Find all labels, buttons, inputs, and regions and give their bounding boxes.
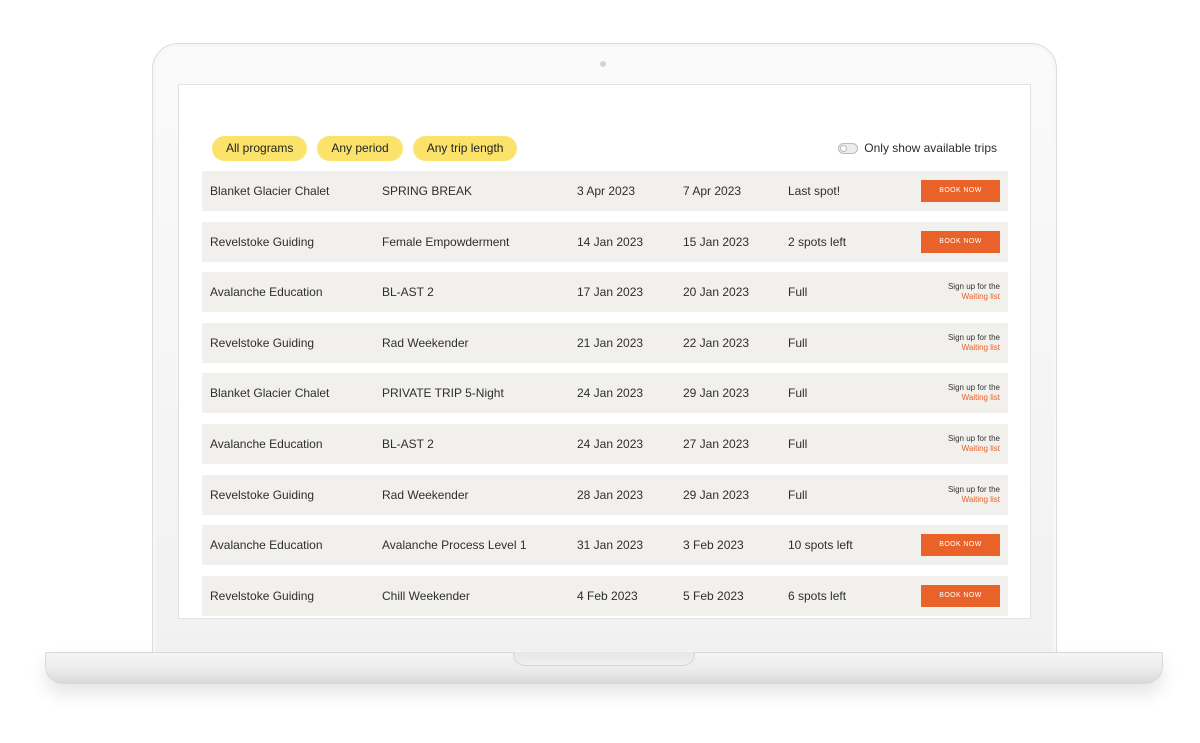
start-date: 24 Jan 2023 (577, 436, 644, 451)
toggle-knob (840, 144, 848, 152)
trip-row: Avalanche Education BL-AST 2 17 Jan 2023 20… (202, 272, 1008, 313)
start-date: 14 Jan 2023 (577, 234, 644, 249)
availability-status: 10 spots left (788, 538, 853, 553)
program-name: Blanket Glacier Chalet (210, 386, 330, 401)
filter-period-button[interactable]: Any period (317, 136, 403, 161)
availability-status: 6 spots left (788, 588, 847, 603)
waitlist-text: Sign up for the (947, 484, 1000, 494)
end-date: 7 Apr 2023 (683, 184, 742, 198)
trip-row: Blanket Glacier Chalet PRIVATE TRIP 5-Nig… (202, 373, 1008, 414)
waitlist-text: Sign up for the (947, 332, 1000, 342)
trip-name: Female Empowderment (382, 234, 510, 249)
trip-row: Revelstoke Guiding Rad Weekender 28 Jan 20… (202, 474, 1008, 515)
waitlist-text: Sign up for the (947, 282, 1000, 292)
availability-status: 2 spots left (788, 234, 847, 249)
end-date: 29 Jan 2023 (683, 386, 750, 401)
start-date: 21 Jan 2023 (577, 335, 644, 350)
book-now-button[interactable]: BOOK NOW (921, 180, 1000, 202)
program-name: Avalanche Education (210, 538, 323, 553)
trip-name: SPRING BREAK (382, 184, 473, 198)
trip-name: Rad Weekender (382, 335, 469, 350)
laptop-notch (513, 652, 695, 666)
program-name: Avalanche Education (210, 436, 323, 451)
book-now-button[interactable]: BOOK NOW (921, 230, 1000, 253)
waitlist-signup: Sign up for the Waiting list (948, 485, 1000, 505)
end-date: 22 Jan 2023 (683, 335, 750, 350)
trip-list: Blanket Glacier Chalet SPRING BREAK 3 Apr … (202, 171, 1008, 618)
trip-name: Avalanche Process Level 1 (382, 538, 527, 553)
end-date: 3 Feb 2023 (683, 538, 744, 553)
end-date: 5 Feb 2023 (683, 588, 744, 603)
start-date: 17 Jan 2023 (577, 285, 644, 300)
availability-status: Full (788, 436, 808, 451)
program-name: Revelstoke Guiding (210, 487, 315, 502)
start-date: 3 Apr 2023 (577, 184, 636, 198)
program-name: Revelstoke Guiding (210, 588, 315, 603)
waiting-list-link[interactable]: Waiting list (948, 393, 1000, 403)
start-date: 28 Jan 2023 (577, 487, 644, 502)
available-trips-toggle[interactable] (838, 142, 859, 154)
waitlist-signup: Sign up for the Waiting list (948, 383, 1000, 403)
book-now-button[interactable]: BOOK NOW (921, 534, 1000, 557)
start-date: 31 Jan 2023 (577, 538, 644, 553)
program-name: Revelstoke Guiding (210, 335, 315, 350)
trip-name: Chill Weekender (382, 588, 470, 603)
waiting-list-link[interactable]: Waiting list (948, 343, 1000, 353)
availability-status: Full (788, 285, 808, 300)
waitlist-text: Sign up for the (947, 433, 1000, 443)
start-date: 24 Jan 2023 (577, 386, 644, 401)
filter-bar: All programs Any period Any trip length (212, 136, 518, 161)
trip-row: Revelstoke Guiding Rad Weekender 21 Jan 20… (202, 322, 1008, 363)
available-trips-label: Only show available trips (864, 141, 997, 155)
waitlist-text: Sign up for the (947, 383, 1000, 393)
availability-status: Last spot! (788, 184, 841, 198)
start-date: 4 Feb 2023 (577, 588, 638, 603)
trip-name: BL-AST 2 (382, 285, 434, 300)
filter-trip-length-button[interactable]: Any trip length (412, 136, 518, 161)
waitlist-signup: Sign up for the Waiting list (948, 434, 1000, 454)
waiting-list-link[interactable]: Waiting list (948, 495, 1000, 505)
trip-row: Blanket Glacier Chalet SPRING BREAK 3 Apr … (202, 171, 1008, 211)
trip-name: Rad Weekender (382, 487, 469, 502)
end-date: 27 Jan 2023 (683, 436, 750, 451)
program-name: Blanket Glacier Chalet (210, 184, 330, 198)
program-name: Revelstoke Guiding (210, 234, 315, 249)
end-date: 15 Jan 2023 (683, 234, 750, 249)
trip-name: PRIVATE TRIP 5-Night (382, 386, 504, 401)
end-date: 29 Jan 2023 (683, 487, 750, 502)
filter-programs-button[interactable]: All programs (212, 136, 308, 161)
camera-dot (600, 61, 606, 67)
waiting-list-link[interactable]: Waiting list (948, 444, 1000, 454)
availability-status: Full (788, 487, 808, 502)
trip-row: Revelstoke Guiding Chill Weekender 4 Feb 2… (202, 575, 1008, 616)
availability-status: Full (788, 335, 808, 350)
waiting-list-link[interactable]: Waiting list (948, 292, 1000, 302)
availability-status: Full (788, 386, 808, 401)
trip-row: Avalanche Education BL-AST 2 24 Jan 2023 27… (202, 423, 1008, 464)
waitlist-signup: Sign up for the Waiting list (948, 333, 1000, 353)
book-now-button[interactable]: BOOK NOW (921, 584, 1000, 607)
available-trips-toggle-wrap: Only show available trips (838, 141, 997, 155)
trip-row: Avalanche Education Avalanche Process Lev… (202, 525, 1008, 566)
waitlist-signup: Sign up for the Waiting list (948, 282, 1000, 302)
trip-name: BL-AST 2 (382, 436, 434, 451)
program-name: Avalanche Education (210, 285, 323, 300)
screen: All programs Any period Any trip length … (178, 84, 1031, 619)
end-date: 20 Jan 2023 (683, 285, 750, 300)
trip-row: Revelstoke Guiding Female Empowderment 14 … (202, 221, 1008, 262)
